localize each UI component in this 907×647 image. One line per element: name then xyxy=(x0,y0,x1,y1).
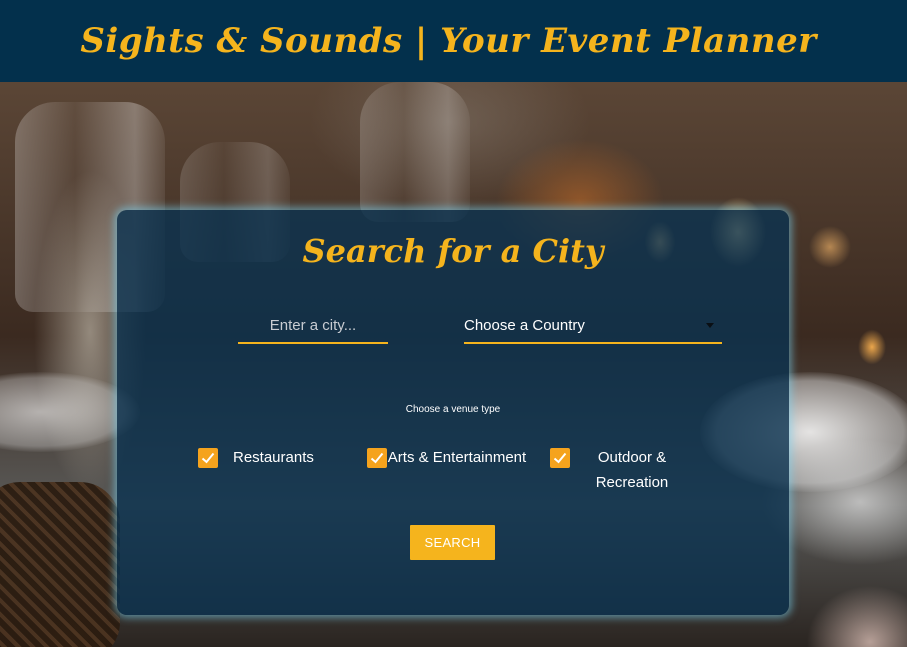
venue-option-label: Outdoor & Recreation xyxy=(595,449,669,491)
venue-option-label: Arts & Entertainment xyxy=(387,449,527,466)
checkmark-icon xyxy=(370,452,384,464)
country-select[interactable]: Choose a Country xyxy=(464,308,722,344)
caret-down-icon xyxy=(706,323,714,328)
search-title: Search for a City xyxy=(302,232,604,270)
checkbox-restaurants[interactable] xyxy=(198,448,218,468)
venue-type-label: Choose a venue type xyxy=(405,404,501,415)
bread-basket-decoration xyxy=(0,482,120,647)
checkmark-icon xyxy=(553,452,567,464)
checkmark-icon xyxy=(201,452,215,464)
venue-option-outdoor: Outdoor & Recreation xyxy=(550,448,692,495)
search-button[interactable]: SEARCH xyxy=(410,525,495,560)
site-header: Sights & Sounds | Your Event Planner xyxy=(0,0,907,82)
checkbox-outdoor[interactable] xyxy=(550,448,570,468)
country-select-value: Choose a Country xyxy=(464,316,585,334)
bottle-decoration xyxy=(360,82,470,222)
search-card: Search for a City Choose a Country Choos… xyxy=(117,210,789,615)
page: Sights & Sounds | Your Event Planner Sea… xyxy=(0,0,907,647)
site-title: Sights & Sounds | Your Event Planner xyxy=(80,21,817,61)
city-input[interactable] xyxy=(238,308,388,344)
checkbox-arts[interactable] xyxy=(367,448,387,468)
venue-option-label: Restaurants xyxy=(233,449,314,466)
venue-option-arts: Arts & Entertainment xyxy=(367,448,527,470)
venue-option-restaurants: Restaurants xyxy=(198,448,314,470)
